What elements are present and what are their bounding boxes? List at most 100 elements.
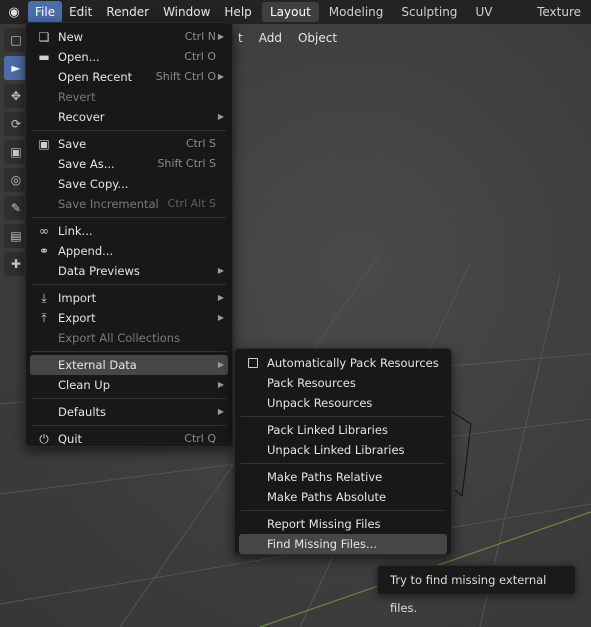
submenu-arrow-icon: ▶ xyxy=(217,266,224,275)
shortcut-label: Ctrl Q xyxy=(184,432,216,445)
menu-separator xyxy=(32,217,226,218)
menu-item-save-incremental: Save Incremental Ctrl Alt S xyxy=(30,194,228,214)
menu-edit[interactable]: Edit xyxy=(62,1,99,23)
viewport-menu-add[interactable]: Add xyxy=(251,31,290,45)
menu-separator xyxy=(32,130,226,131)
submenu-arrow-icon: ▶ xyxy=(217,380,224,389)
menu-item-unpack-resources[interactable]: Unpack Resources xyxy=(239,393,447,413)
menu-item-make-paths-absolute[interactable]: Make Paths Absolute xyxy=(239,487,447,507)
tab-layout[interactable]: Layout xyxy=(262,2,319,22)
viewport-menu-object[interactable]: Object xyxy=(290,31,345,45)
menu-item-label: Clean Up xyxy=(58,378,111,392)
file-menu: ❏ New Ctrl N ▶ ▬ Open... Ctrl O Open Rec… xyxy=(25,22,233,447)
tooltip: Try to find missing external files. xyxy=(377,565,576,615)
menu-separator xyxy=(32,284,226,285)
menu-item-save[interactable]: ▣ Save Ctrl S xyxy=(30,134,228,154)
submenu-arrow-icon: ▶ xyxy=(217,72,224,81)
export-icon: ⤒ xyxy=(41,311,47,325)
menu-separator xyxy=(241,510,445,511)
menu-item-label: Open... xyxy=(58,50,100,64)
menu-item-automatically-pack-resources[interactable]: Automatically Pack Resources xyxy=(239,353,447,373)
blender-logo-icon[interactable]: ◉ xyxy=(0,0,28,24)
tab-uv-editing[interactable]: UV Editing xyxy=(467,2,527,39)
shortcut-label: Ctrl Alt S xyxy=(167,197,216,210)
submenu-arrow-icon: ▶ xyxy=(217,32,224,41)
menu-item-link[interactable]: ∞ Link... xyxy=(30,221,228,241)
menu-separator xyxy=(32,351,226,352)
shortcut-label: Ctrl S xyxy=(185,137,216,150)
menu-item-import[interactable]: ⤓ Import ▶ xyxy=(30,288,228,308)
submenu-arrow-icon: ▶ xyxy=(217,313,224,322)
menu-item-export[interactable]: ⤒ Export ▶ xyxy=(30,308,228,328)
menu-item-label: Find Missing Files... xyxy=(267,537,377,551)
tab-texture-paint[interactable]: Texture P xyxy=(529,2,589,39)
menu-item-revert: Revert xyxy=(30,87,228,107)
new-file-icon: ❏ xyxy=(38,30,50,44)
menu-item-external-data[interactable]: External Data ▶ xyxy=(30,355,228,375)
menu-item-save-as[interactable]: Save As... Shift Ctrl S xyxy=(30,154,228,174)
menu-item-label: Unpack Linked Libraries xyxy=(267,443,405,457)
menu-separator xyxy=(241,416,445,417)
menu-window[interactable]: Window xyxy=(156,1,217,23)
menu-item-open[interactable]: ▬ Open... Ctrl O xyxy=(30,47,228,67)
menu-separator xyxy=(32,425,226,426)
viewport-header: t Add Object xyxy=(230,28,345,48)
viewport-menu-partial[interactable]: t xyxy=(230,31,251,45)
menu-item-data-previews[interactable]: Data Previews ▶ xyxy=(30,261,228,281)
menu-item-label: Save Incremental xyxy=(58,197,159,211)
menu-item-label: Pack Resources xyxy=(267,376,356,390)
menu-item-report-missing-files[interactable]: Report Missing Files xyxy=(239,514,447,534)
menu-item-label: Revert xyxy=(58,90,96,104)
import-icon: ⤓ xyxy=(41,291,47,305)
menu-item-label: Make Paths Relative xyxy=(267,470,383,484)
folder-icon: ▬ xyxy=(38,50,50,64)
menu-separator xyxy=(241,463,445,464)
submenu-arrow-icon: ▶ xyxy=(217,112,224,121)
menu-item-quit[interactable]: ⏻ Quit Ctrl Q xyxy=(30,429,228,449)
menu-item-label: Data Previews xyxy=(58,264,140,278)
power-icon: ⏻ xyxy=(39,432,49,446)
workspace-tabs: Layout Modeling Sculpting UV Editing Tex… xyxy=(262,0,591,39)
menu-item-label: Make Paths Absolute xyxy=(267,490,387,504)
menu-item-label: Quit xyxy=(58,432,83,446)
menu-item-label: Save Copy... xyxy=(58,177,129,191)
menu-item-new[interactable]: ❏ New Ctrl N ▶ xyxy=(30,27,228,47)
submenu-arrow-icon: ▶ xyxy=(217,407,224,416)
menu-item-unpack-linked-libraries[interactable]: Unpack Linked Libraries xyxy=(239,440,447,460)
menu-item-defaults[interactable]: Defaults ▶ xyxy=(30,402,228,422)
tab-modeling[interactable]: Modeling xyxy=(321,2,392,22)
menu-item-find-missing-files[interactable]: Find Missing Files... xyxy=(239,534,447,554)
menu-item-recover[interactable]: Recover ▶ xyxy=(30,107,228,127)
menu-item-label: Export All Collections xyxy=(58,331,181,345)
auto-pack-checkbox[interactable] xyxy=(248,358,258,368)
menu-item-label: Save xyxy=(58,137,87,151)
link-icon: ∞ xyxy=(39,224,49,238)
shortcut-label: Shift Ctrl S xyxy=(157,157,216,170)
submenu-arrow-icon: ▶ xyxy=(217,360,224,369)
menu-file[interactable]: File xyxy=(28,1,63,23)
menu-render[interactable]: Render xyxy=(99,1,156,23)
menu-item-label: Unpack Resources xyxy=(267,396,373,410)
submenu-arrow-icon: ▶ xyxy=(217,293,224,302)
menu-item-pack-resources[interactable]: Pack Resources xyxy=(239,373,447,393)
save-icon: ▣ xyxy=(38,137,50,151)
menu-item-save-copy[interactable]: Save Copy... xyxy=(30,174,228,194)
shortcut-label: Ctrl N xyxy=(184,30,216,43)
menu-separator xyxy=(32,398,226,399)
top-bar: ◉ File Edit Render Window Help Layout Mo… xyxy=(0,0,591,39)
menu-item-open-recent[interactable]: Open Recent Shift Ctrl O ▶ xyxy=(30,67,228,87)
menu-item-label: Append... xyxy=(58,244,114,258)
menu-item-label: New xyxy=(58,30,84,44)
menu-item-label: Automatically Pack Resources xyxy=(267,356,439,370)
menu-item-label: Import xyxy=(58,291,97,305)
shortcut-label: Shift Ctrl O xyxy=(155,70,216,83)
menu-item-label: External Data xyxy=(58,358,137,372)
menu-item-export-all-collections: Export All Collections xyxy=(30,328,228,348)
menu-item-append[interactable]: ⚭ Append... xyxy=(30,241,228,261)
menu-item-clean-up[interactable]: Clean Up ▶ xyxy=(30,375,228,395)
menu-help[interactable]: Help xyxy=(217,1,258,23)
menu-item-pack-linked-libraries[interactable]: Pack Linked Libraries xyxy=(239,420,447,440)
tab-sculpting[interactable]: Sculpting xyxy=(393,2,465,22)
menu-item-label: Open Recent xyxy=(58,70,133,84)
menu-item-make-paths-relative[interactable]: Make Paths Relative xyxy=(239,467,447,487)
